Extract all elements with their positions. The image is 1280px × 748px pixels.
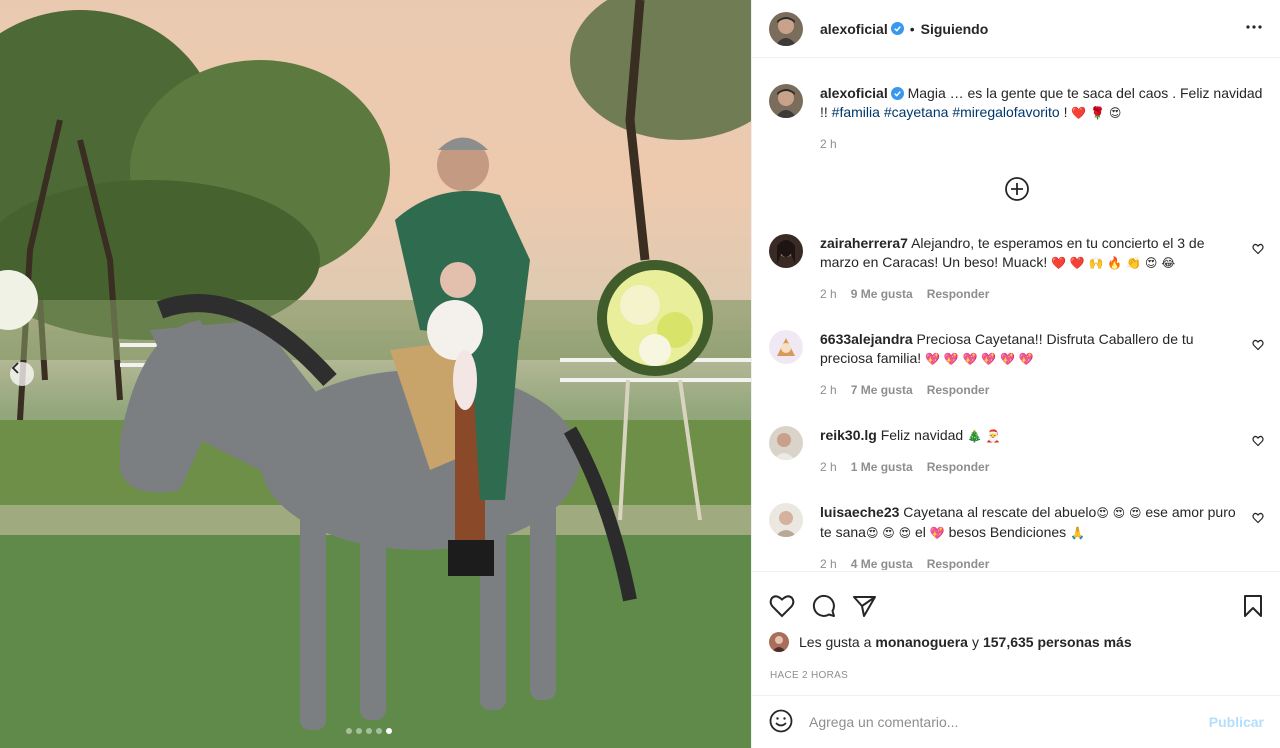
- save-button[interactable]: [1242, 594, 1264, 621]
- comment-username[interactable]: zairaherrera7: [820, 235, 908, 251]
- comment-likes[interactable]: 1 Me gusta: [851, 458, 913, 477]
- load-more-comments-button[interactable]: [769, 176, 1264, 202]
- comment-emojis: ❤️ ❤️ 🙌 🔥 👏 😍 😂: [1051, 256, 1176, 270]
- comment-text: el: [915, 524, 926, 540]
- comment-bubble-icon: [812, 594, 835, 617]
- comment-time[interactable]: 2 h: [820, 555, 837, 570]
- post-header: alexoficial • Siguiendo: [752, 0, 1280, 58]
- reply-button[interactable]: Responder: [927, 285, 990, 304]
- like-button[interactable]: [769, 594, 795, 621]
- likes-summary: Les gusta a monanoguera y 157,635 person…: [752, 628, 1280, 656]
- verified-badge-icon: [890, 22, 904, 35]
- plus-circle-icon: [1004, 177, 1029, 201]
- likes-middle: y: [971, 634, 979, 650]
- comment-username[interactable]: reik30.lg: [820, 427, 877, 443]
- action-bar: [752, 572, 1280, 628]
- commenter-avatar[interactable]: [769, 503, 803, 537]
- liker-avatar[interactable]: [769, 632, 789, 652]
- reply-button[interactable]: Responder: [927, 555, 990, 570]
- comment-emojis: 💖 💖 💖 💖 💖 💖: [925, 352, 1034, 366]
- paper-plane-icon: [853, 595, 876, 617]
- smiley-face-icon: [769, 709, 793, 732]
- comment-time[interactable]: 2 h: [820, 285, 837, 304]
- comment-emojis: 🙏: [1070, 526, 1086, 540]
- heart-outline-icon: [1252, 435, 1264, 447]
- comment-username[interactable]: 6633alejandra: [820, 331, 913, 347]
- hashtag-link[interactable]: #miregalofavorito: [952, 104, 1059, 120]
- comment-emojis: 🎄 🎅: [967, 429, 1001, 443]
- carousel-dot: [346, 728, 352, 734]
- reply-button[interactable]: Responder: [927, 458, 990, 477]
- likes-prefix: Les gusta a: [799, 634, 872, 650]
- comment-likes[interactable]: 4 Me gusta: [851, 555, 913, 570]
- reply-button[interactable]: Responder: [927, 381, 990, 400]
- photo-illustration: [0, 0, 751, 748]
- comment-item: zairaherrera7 Alejandro, te esperamos en…: [769, 234, 1264, 304]
- carousel-dot: [356, 728, 362, 734]
- commenter-avatar[interactable]: [769, 234, 803, 268]
- caption-tail: !: [1063, 104, 1068, 120]
- hashtag-link[interactable]: #familia: [832, 104, 880, 120]
- post-timestamp[interactable]: HACE 2 HORAS: [752, 656, 1280, 681]
- comment-like-button[interactable]: [1252, 511, 1264, 527]
- carousel-previous-button[interactable]: [10, 362, 34, 386]
- comment-time[interactable]: 2 h: [820, 458, 837, 477]
- more-options-button[interactable]: [1244, 17, 1264, 40]
- heart-outline-icon: [1252, 339, 1264, 351]
- caption-username[interactable]: alexoficial: [820, 85, 888, 101]
- liker-username[interactable]: monanoguera: [875, 634, 968, 650]
- comment-input[interactable]: [809, 714, 1209, 730]
- comment-text: besos Bendiciones: [948, 524, 1067, 540]
- bookmark-icon: [1244, 594, 1262, 617]
- post-detail-panel: alexoficial • Siguiendo alexoficial Magi…: [751, 0, 1280, 748]
- post-actions-section: Les gusta a monanoguera y 157,635 person…: [752, 571, 1280, 681]
- carousel-dot: [386, 728, 392, 734]
- caption-emojis: ❤️ 🌹 😍: [1071, 106, 1122, 120]
- heart-outline-icon: [769, 594, 795, 617]
- comment-emojis: 😍 😍 😍: [1096, 506, 1142, 520]
- comment-text: Feliz navidad: [880, 427, 964, 443]
- add-comment-bar: Publicar: [752, 695, 1280, 748]
- carousel-dot: [376, 728, 382, 734]
- likes-count[interactable]: 157,635 personas más: [983, 634, 1132, 650]
- comment-emojis: 💖: [929, 526, 945, 540]
- following-button[interactable]: Siguiendo: [921, 21, 989, 37]
- header-separator: •: [909, 20, 915, 37]
- comment-like-button[interactable]: [1252, 338, 1264, 354]
- post-caption: alexoficial Magia … es la gente que te s…: [769, 58, 1264, 154]
- author-username[interactable]: alexoficial: [820, 21, 888, 37]
- caption-time[interactable]: 2 h: [820, 135, 837, 154]
- comment-item: reik30.lg Feliz navidad 🎄 🎅 2 h 1 Me gus…: [769, 426, 1264, 477]
- post-photo[interactable]: [0, 0, 751, 748]
- comment-time[interactable]: 2 h: [820, 381, 837, 400]
- comment-like-button[interactable]: [1252, 242, 1264, 258]
- more-horizontal-icon: [1246, 25, 1262, 29]
- comment-like-button[interactable]: [1252, 434, 1264, 450]
- share-button[interactable]: [852, 594, 877, 621]
- carousel-indicator: [346, 728, 392, 734]
- heart-outline-icon: [1252, 243, 1264, 255]
- comment-username[interactable]: luisaeche23: [820, 504, 899, 520]
- comment-likes[interactable]: 7 Me gusta: [851, 381, 913, 400]
- hashtag-link[interactable]: #cayetana: [884, 104, 949, 120]
- carousel-dot: [366, 728, 372, 734]
- emoji-picker-button[interactable]: [769, 709, 793, 736]
- comment-item: luisaeche23 Cayetana al rescate del abue…: [769, 503, 1264, 570]
- publish-button[interactable]: Publicar: [1209, 714, 1264, 730]
- comment-button[interactable]: [811, 593, 836, 621]
- author-avatar[interactable]: [769, 84, 803, 118]
- comment-text: Cayetana al rescate del abuelo: [903, 504, 1097, 520]
- commenter-avatar[interactable]: [769, 330, 803, 364]
- comment-likes[interactable]: 9 Me gusta: [851, 285, 913, 304]
- heart-outline-icon: [1252, 512, 1264, 524]
- chevron-left-icon: [11, 362, 19, 374]
- verified-badge-icon: [890, 87, 904, 100]
- author-avatar[interactable]: [769, 11, 803, 46]
- comment-item: 6633alejandra Preciosa Cayetana!! Disfru…: [769, 330, 1264, 400]
- commenter-avatar[interactable]: [769, 426, 803, 460]
- comments-list[interactable]: alexoficial Magia … es la gente que te s…: [752, 58, 1280, 570]
- comment-emojis: 😍 😍 😍: [865, 526, 912, 540]
